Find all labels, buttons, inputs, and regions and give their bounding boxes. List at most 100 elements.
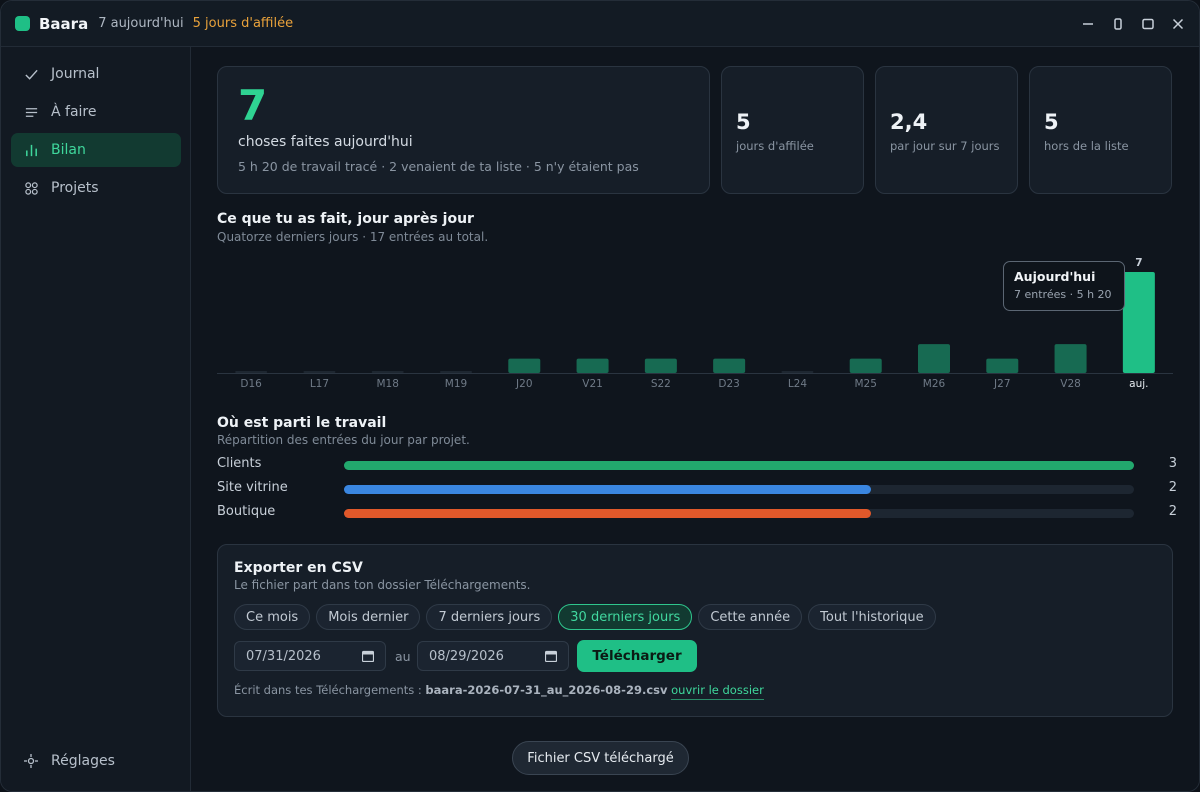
stat-card-streak: 5 jours d'affilée (721, 66, 864, 194)
sidebar-item-projets[interactable]: Projets (11, 171, 181, 205)
chart-bar-L24[interactable] (781, 371, 814, 373)
chart-bar-S22[interactable] (644, 358, 677, 373)
project-bar-track (344, 485, 1134, 494)
project-bar-track (344, 461, 1134, 470)
chart-tick-label: L24 (788, 378, 808, 390)
stat-card-off-list: 5 hors de la liste (1029, 66, 1172, 194)
open-folder-link[interactable]: ouvrir le dossier (671, 683, 764, 700)
title-bar: Baara 7 aujourd'hui 5 jours d'affilée (1, 1, 1199, 47)
bar-chart-icon (23, 142, 39, 158)
stat-card-average: 2,4 par jour sur 7 jours (875, 66, 1018, 194)
sidebar-item-label: À faire (51, 104, 97, 120)
tooltip-title: Aujourd'hui (1014, 269, 1096, 284)
project-row-site-vitrine: Site vitrine 2 (217, 479, 1177, 499)
daily-bar-chart: D16 L17 M18 M19 J20 V21 S22 D23 L24 M25 M26 J27 V28 a… (217, 252, 1173, 397)
app-name: Baara (39, 14, 89, 33)
chart-bar-D16[interactable] (235, 371, 268, 373)
project-count: 3 (1168, 456, 1177, 471)
chart-tick-label: J20 (515, 378, 532, 390)
project-count: 2 (1168, 480, 1177, 495)
chart-bar-V21[interactable] (576, 358, 609, 373)
settings-label: Réglages (51, 753, 115, 769)
close-icon[interactable] (1163, 9, 1193, 39)
projects-title: Où est parti le travail (217, 415, 387, 431)
chart-tick-label: M19 (445, 378, 467, 390)
project-bar-fill (344, 509, 871, 518)
minimize-icon[interactable] (1073, 9, 1103, 39)
export-note: Écrit dans tes Téléchargements : baara-2… (234, 683, 764, 700)
sidebar-item-bilan[interactable]: Bilan (11, 133, 181, 167)
stat-value: 5 (736, 110, 751, 134)
chart-tick-label: M25 (855, 378, 877, 390)
date-range-separator: au (395, 649, 411, 664)
project-name: Clients (217, 456, 262, 471)
daily-chart-title: Ce que tu as fait, jour après jour (217, 211, 474, 227)
from-date-input[interactable]: 07/31/2026 (234, 641, 386, 671)
chart-tick-label: D16 (240, 378, 262, 390)
window-controls (1073, 1, 1199, 47)
project-name: Boutique (217, 504, 276, 519)
chart-bar-J20[interactable] (508, 358, 541, 373)
export-card: Exporter en CSV Le fichier part dans ton… (217, 544, 1173, 717)
chip-last-month[interactable]: Mois dernier (316, 604, 421, 630)
today-summary-card: 7 choses faites aujourd'hui 5 h 20 de tr… (217, 66, 710, 194)
settings-icon (23, 753, 39, 769)
chip-last-7-days[interactable]: 7 derniers jours (426, 604, 553, 630)
chip-all-history[interactable]: Tout l'historique (808, 604, 936, 630)
chart-bar-J27[interactable] (986, 358, 1019, 373)
today-details: 5 h 20 de travail tracé · 2 venaient de … (238, 159, 639, 174)
export-note-prefix: Écrit dans tes Téléchargements : (234, 683, 422, 697)
period-chips: Ce mois Mois dernier 7 derniers jours 30… (234, 604, 942, 630)
daily-chart-subtitle: Quatorze derniers jours · 17 entrées au … (217, 230, 489, 244)
sidebar-item-label: Bilan (51, 142, 86, 158)
restore-icon[interactable] (1103, 9, 1133, 39)
chart-data-label: 7 (1135, 257, 1142, 269)
sidebar-item-journal[interactable]: Journal (11, 57, 181, 91)
chip-last-30-days[interactable]: 30 derniers jours (558, 604, 693, 630)
projects-subtitle: Répartition des entrées du jour par proj… (217, 433, 470, 447)
streak-badge: 5 jours d'affilée (192, 16, 294, 31)
stat-value: 5 (1044, 110, 1059, 134)
export-file-name: baara-2026-07-31_au_2026-08-29.csv (425, 683, 668, 697)
chart-tick-label: S22 (651, 378, 671, 390)
chart-tick-label: M26 (923, 378, 946, 390)
chart-bar-V28[interactable] (1054, 344, 1087, 373)
chip-this-month[interactable]: Ce mois (234, 604, 311, 630)
project-bar-track (344, 509, 1134, 518)
stat-label: hors de la liste (1044, 139, 1129, 153)
project-count: 2 (1168, 504, 1177, 519)
project-bar-fill (344, 461, 1134, 470)
app-window: Baara 7 aujourd'hui 5 jours d'affilée Jo… (0, 0, 1200, 792)
chart-bar-auj.[interactable] (1122, 272, 1155, 373)
stat-label: jours d'affilée (736, 139, 814, 153)
sidebar: Journal À faire Bilan Projets Réglages (1, 47, 191, 791)
list-icon (23, 104, 39, 120)
calendar-icon[interactable] (362, 650, 374, 662)
project-bar-fill (344, 485, 871, 494)
chart-tooltip: Aujourd'hui 7 entrées · 5 h 20 (1003, 261, 1125, 311)
maximize-icon[interactable] (1133, 9, 1163, 39)
stat-value: 2,4 (890, 110, 928, 134)
sidebar-item-todo[interactable]: À faire (11, 95, 181, 129)
grid-icon (23, 180, 39, 196)
download-toast: Fichier CSV téléchargé (512, 741, 689, 775)
download-button[interactable]: Télécharger (577, 640, 697, 672)
chart-bar-M26[interactable] (918, 344, 950, 373)
chip-this-year[interactable]: Cette année (698, 604, 803, 630)
main-content: 7 choses faites aujourd'hui 5 h 20 de tr… (191, 47, 1199, 791)
chart-bar-D23[interactable] (713, 358, 746, 373)
calendar-icon[interactable] (545, 650, 557, 662)
to-date-input[interactable]: 08/29/2026 (417, 641, 569, 671)
chart-bar-M18[interactable] (371, 371, 404, 373)
chart-tick-label: J27 (993, 378, 1010, 390)
chart-tick-label: D23 (718, 378, 739, 390)
today-count-value: 7 (238, 81, 268, 130)
check-icon (23, 66, 39, 82)
chart-bar-M25[interactable] (849, 358, 882, 373)
chart-bar-M19[interactable] (440, 371, 472, 373)
chart-tick-label: V21 (582, 378, 603, 390)
chart-bar-L17[interactable] (303, 371, 336, 373)
from-date-value: 07/31/2026 (246, 648, 321, 664)
sidebar-item-settings[interactable]: Réglages (11, 744, 181, 778)
today-count: 7 aujourd'hui (98, 16, 184, 31)
